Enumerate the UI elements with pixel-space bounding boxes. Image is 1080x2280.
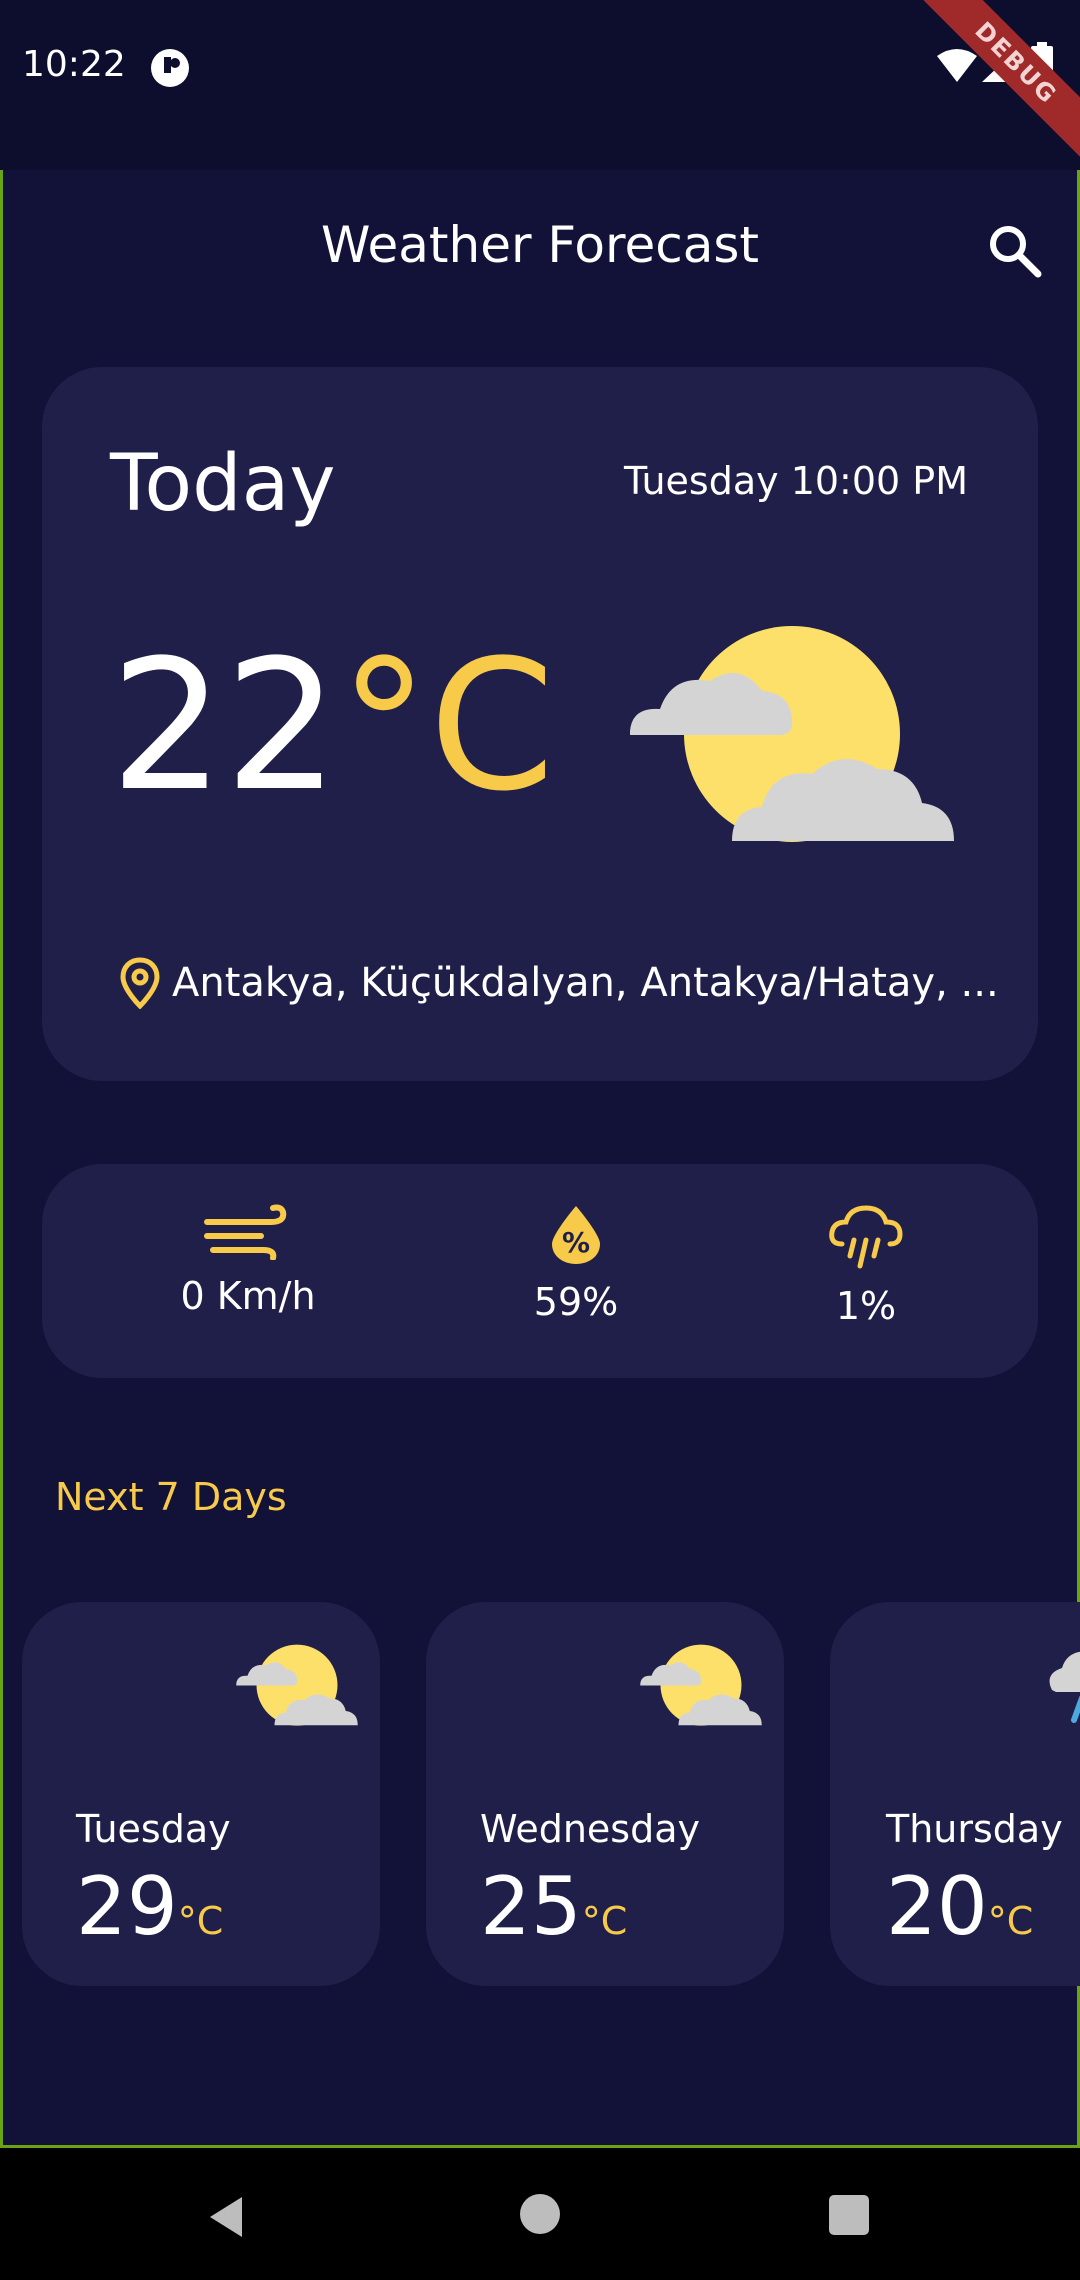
- sun-behind-clouds-icon: [630, 626, 954, 842]
- location-text: Antakya, Küçükdalyan, Antakya/Hatay, ...: [172, 960, 999, 1006]
- forecast-temp-value: 20: [886, 1860, 988, 1953]
- forecast-day-name: Thursday: [886, 1807, 1063, 1851]
- forecast-temp-unit: °C: [177, 1899, 224, 1943]
- current-temperature: 22°C: [110, 637, 555, 817]
- precipitation-value: 1%: [835, 1284, 897, 1328]
- forecast-temperature: 25°C: [480, 1857, 627, 1971]
- humidity-icon: %: [552, 1206, 600, 1264]
- rain-cloud-icon: [829, 1205, 903, 1269]
- forecast-temp-value: 29: [76, 1860, 178, 1953]
- forecast-temp-unit: °C: [581, 1899, 628, 1943]
- status-bar: 10:22 DEBUG: [0, 0, 1080, 170]
- status-time: 10:22: [22, 44, 126, 85]
- app-screen: 10:22 DEBUG Weather Forecast Today Tuesd…: [0, 0, 1080, 2148]
- humidity-value: 59%: [533, 1280, 619, 1324]
- debug-banner: DEBUG: [909, 0, 1080, 170]
- today-datetime: Tuesday 10:00 PM: [624, 459, 968, 503]
- wifi-icon: [937, 49, 977, 82]
- temperature-value: 22: [110, 622, 340, 831]
- temperature-unit: °C: [339, 622, 555, 831]
- wind-icon: [204, 1204, 287, 1261]
- forecast-day-name: Tuesday: [76, 1807, 231, 1851]
- sun-behind-clouds-icon: [236, 1644, 358, 1726]
- forecast-temp-value: 25: [480, 1860, 582, 1953]
- location-pin-icon: [120, 957, 160, 1009]
- wind-stat: 0 Km/h: [138, 1204, 358, 1318]
- page-title: Weather Forecast: [321, 216, 759, 274]
- wind-value: 0 Km/h: [180, 1274, 316, 1318]
- sun-behind-clouds-icon: [640, 1644, 762, 1726]
- search-icon[interactable]: [984, 220, 1044, 280]
- forecast-temp-unit: °C: [987, 1899, 1034, 1943]
- forecast-temperature: 20°C: [886, 1857, 1033, 1971]
- forecast-day-name: Wednesday: [480, 1807, 701, 1851]
- today-card: Today Tuesday 10:00 PM 22°C Antakya, Küç…: [42, 367, 1038, 1081]
- next-days-title: Next 7 Days: [55, 1475, 287, 1519]
- forecast-card-thursday[interactable]: Thursday 20°C: [830, 1602, 1080, 1986]
- rain-icon: [1049, 1651, 1080, 1723]
- forecast-card-tuesday[interactable]: Tuesday 29°C: [22, 1602, 380, 1986]
- svg-text:%: %: [562, 1226, 590, 1259]
- location-row: Antakya, Küçükdalyan, Antakya/Hatay, ...: [120, 957, 999, 1009]
- recents-icon[interactable]: [829, 2195, 869, 2235]
- humidity-stat: % 59%: [466, 1204, 686, 1324]
- precipitation-stat: 1%: [756, 1204, 976, 1328]
- app-notification-icon: [151, 49, 189, 87]
- today-label: Today: [110, 439, 336, 529]
- back-icon[interactable]: [206, 2195, 246, 2239]
- forecast-card-wednesday[interactable]: Wednesday 25°C: [426, 1602, 784, 1986]
- forecast-temperature: 29°C: [76, 1857, 223, 1971]
- stats-card: 0 Km/h % 59% 1%: [42, 1164, 1038, 1378]
- home-icon[interactable]: [520, 2194, 560, 2234]
